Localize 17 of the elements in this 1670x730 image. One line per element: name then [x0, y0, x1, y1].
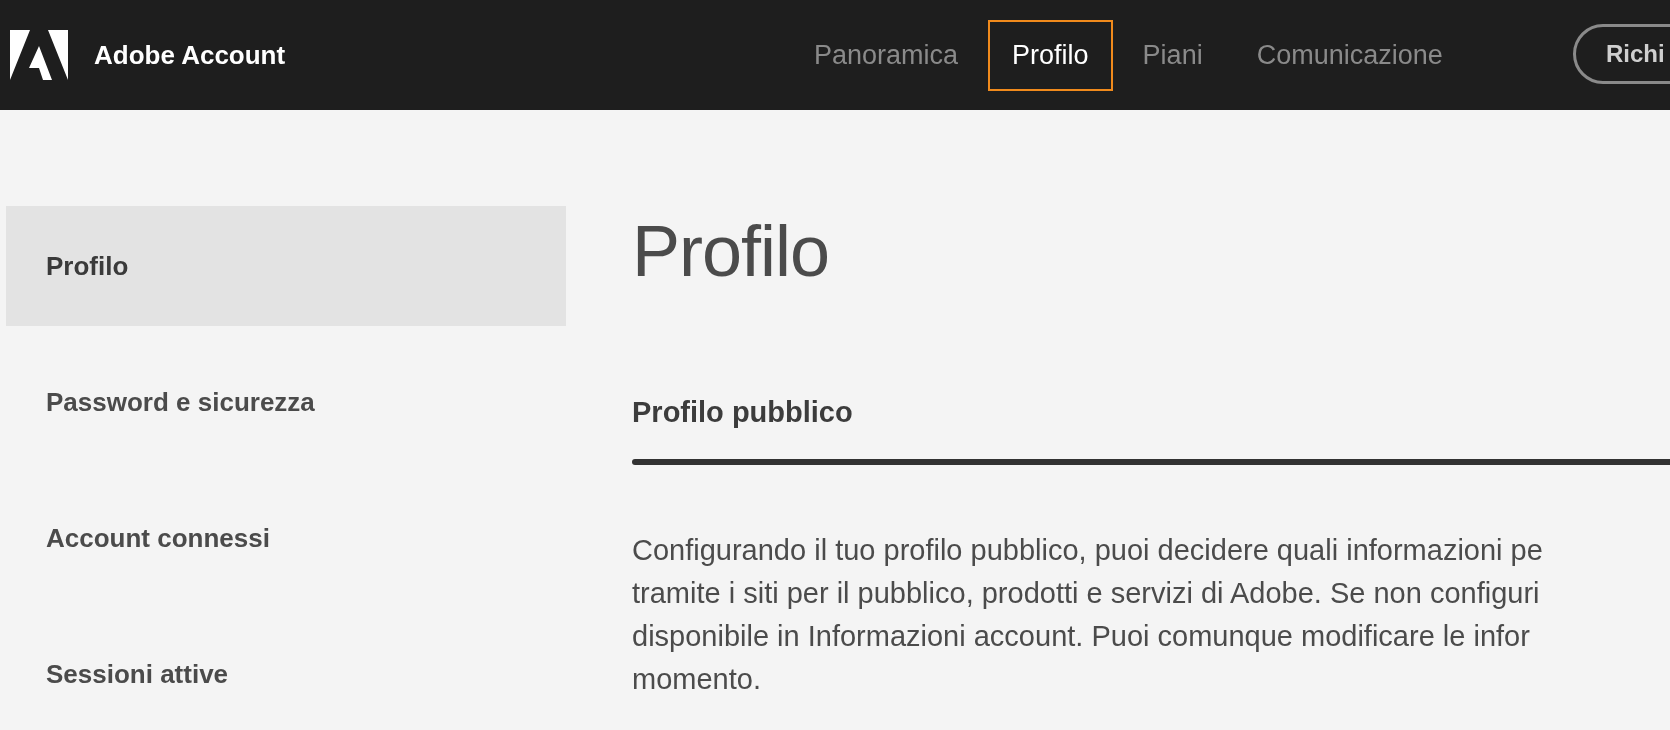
logo-icon [10, 30, 68, 80]
paragraph-line: momento. [632, 662, 762, 697]
header-button[interactable]: Richi [1573, 24, 1670, 84]
nav-tab[interactable]: Panoramica [790, 19, 983, 91]
paragraph-line: Configurando il tuo profilo pubblico, puoi decidere quali informazioni pe [632, 533, 1544, 568]
sidebar-item[interactable]: Account connessi [6, 478, 566, 598]
nav-tab[interactable]: Profilo [988, 19, 1113, 91]
brand-name: Adobe Account [94, 39, 286, 71]
sidebar-item[interactable]: Profilo [6, 206, 566, 326]
paragraph-line: disponibile in Informazioni account. Puoi comunque modificare le infor [632, 619, 1531, 654]
sidebar-item[interactable]: Password e sicurezza [6, 342, 566, 462]
section-heading: Profilo pubblico [632, 396, 854, 429]
nav-tab[interactable]: Piani [1118, 19, 1227, 91]
nav-tab[interactable]: Comunicazione [1232, 19, 1467, 91]
page-title: Profilo [632, 210, 831, 292]
sidebar-item[interactable]: Sessioni attive [6, 614, 566, 730]
paragraph-line: tramite i siti per il pubblico, prodotti e servizi di Adobe. Se non configuri [632, 576, 1541, 611]
